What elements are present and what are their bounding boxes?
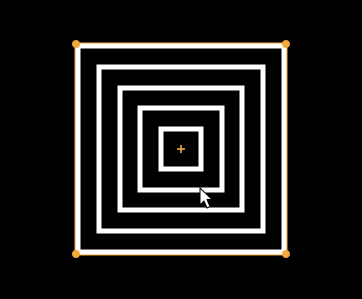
bottom-right-handle[interactable] bbox=[282, 250, 290, 258]
top-left-handle[interactable] bbox=[72, 40, 80, 48]
top-right-handle[interactable] bbox=[282, 40, 290, 48]
drawing-canvas[interactable] bbox=[0, 0, 362, 299]
bottom-left-handle[interactable] bbox=[72, 250, 80, 258]
